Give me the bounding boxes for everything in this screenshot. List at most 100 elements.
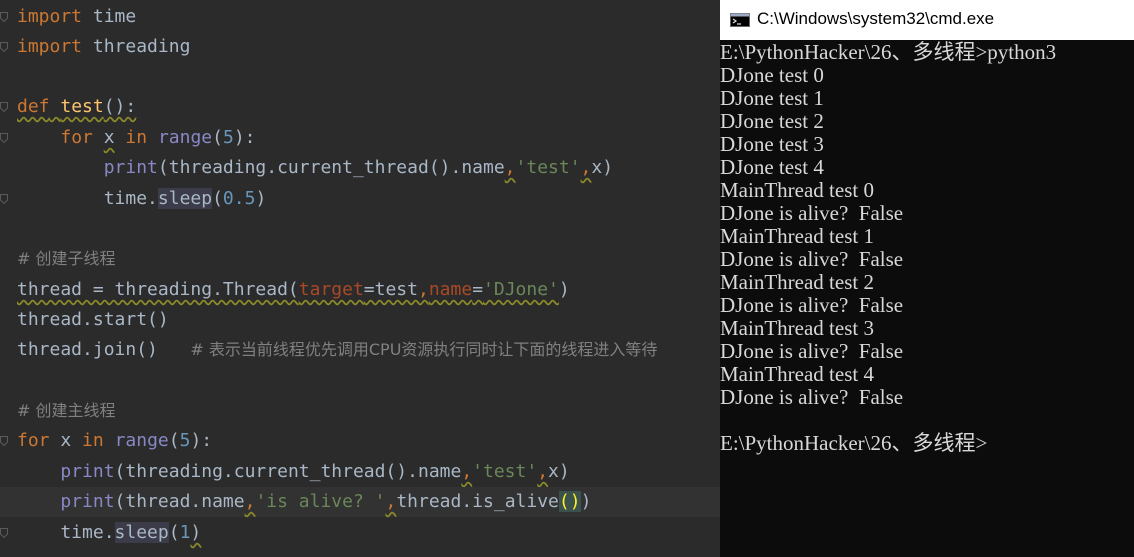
code-text: # 创建主线程 [17,396,116,426]
code-token: , [417,279,429,300]
code-line[interactable]: print(threading.current_thread().name,'t… [0,153,720,183]
code-token: threading [82,36,191,57]
code-token: (threading.current_thread().name [157,157,505,178]
code-line[interactable]: # 创建主线程 [0,396,720,426]
code-token: ( [168,430,180,451]
cmd-output-line: MainThread test 2 [720,271,874,294]
code-line[interactable]: def test(): [0,92,720,122]
fold-marker-icon[interactable] [0,102,8,112]
code-token: (threading.current_thread().name [114,461,462,482]
code-token: 'is alive? ' [255,491,386,512]
code-token: time. [17,522,115,543]
code-token: # 创建子线程 [17,249,116,268]
code-text: print(threading.current_thread().name,'t… [17,153,613,183]
code-line[interactable] [0,214,720,244]
code-token: print [60,491,115,512]
code-line[interactable]: # 创建子线程 [0,244,720,274]
code-text: time.sleep(1) [17,518,201,548]
fold-marker-icon[interactable] [0,133,8,143]
code-token: def [17,96,50,117]
code-line[interactable]: import threading [0,32,720,62]
code-line[interactable]: for x in range(5): [0,426,720,456]
code-token: thread = threading.Thread( [17,279,299,300]
code-line[interactable]: for x in range(5): [0,123,720,153]
code-token: thread.start() [17,309,169,330]
code-token: ): [190,430,213,451]
cmd-output-line: MainThread test 1 [720,225,874,248]
cmd-output-line: E:\PythonHacker\26、多线程>python3 [720,41,1057,64]
fold-marker-icon[interactable] [0,528,8,538]
cmd-titlebar[interactable]: C:\Windows\system32\cmd.exe [720,0,1134,40]
code-line[interactable]: thread.join() # 表示当前线程优先调用CPU资源执行同时让下面的线… [0,335,720,365]
code-line[interactable]: thread = threading.Thread(target=test,na… [0,275,720,305]
code-token: 'DJone' [483,279,559,300]
code-token: ) [190,522,202,543]
code-editor[interactable]: import time import threading def test(): f… [0,0,720,557]
code-text: import time [17,2,136,32]
code-token: print [103,157,158,178]
code-token: , [580,157,592,178]
code-token: 0.5 [222,188,256,209]
cmd-output-line: DJone is alive? False [720,248,904,271]
code-token: for [17,430,50,451]
code-line[interactable] [0,366,720,396]
code-token: ) [255,188,267,209]
code-token: in [82,430,104,451]
cmd-output-line: E:\PythonHacker\26、多线程> [720,432,988,455]
code-token: # 创建主线程 [17,401,116,420]
code-token: () [558,491,581,512]
code-text: print(threading.current_thread().name,'t… [17,457,569,487]
code-text: import threading [17,32,190,62]
code-token: test [60,96,104,117]
code-token: , [461,461,473,482]
code-token: target [298,279,364,300]
code-line[interactable]: thread.start() [0,305,720,335]
cmd-output[interactable]: E:\PythonHacker\26、多线程>python3 DJone test… [720,41,1134,455]
code-line[interactable]: print(threading.current_thread().name,'t… [0,457,720,487]
cmd-output-line: DJone is alive? False [720,294,904,317]
code-token: ): [233,127,256,148]
fold-marker-icon[interactable] [0,436,8,446]
code-text: thread = threading.Thread(target=test,na… [17,275,570,305]
cmd-output-line: MainThread test 0 [720,179,874,202]
code-token: x) [591,157,614,178]
code-token: sleep [157,188,213,209]
code-token: time [82,6,137,27]
code-token: ) [580,491,592,512]
code-token: import [17,36,83,57]
code-token: # 表示当前线程优先调用CPU资源执行同时让下面的线程进入等待 [190,340,658,359]
code-text: time.sleep(0.5) [17,184,266,214]
code-token: , [244,491,256,512]
code-token: = [472,279,484,300]
cmd-window[interactable]: C:\Windows\system32\cmd.exe E:\PythonHac… [720,0,1134,557]
code-text: for x in range(5): [17,426,212,456]
code-token: 'test' [472,461,538,482]
cmd-icon [730,13,750,27]
code-token: import [17,6,83,27]
code-line[interactable]: import time [0,2,720,32]
cmd-output-line: DJone is alive? False [720,202,904,225]
code-line[interactable]: time.sleep(0.5) [0,184,720,214]
code-token: time. [17,188,158,209]
fold-marker-icon[interactable] [0,12,8,22]
fold-marker-icon[interactable] [0,42,8,52]
code-token: 5 [179,430,191,451]
code-token: 1 [179,522,191,543]
fold-marker-icon[interactable] [0,194,8,204]
cmd-output-line [720,409,1134,432]
code-token: sleep [114,522,169,543]
code-token: x [49,430,83,451]
code-token: ( [212,188,223,209]
code-text: print(thread.name,'is alive? ',thread.is… [17,487,591,517]
code-line[interactable]: time.sleep(1) [0,518,720,548]
code-line[interactable]: print(thread.name,'is alive? ',thread.is… [0,487,720,517]
code-token: , [385,491,397,512]
code-line[interactable] [0,62,720,92]
code-token: , [537,461,549,482]
cmd-output-line: DJone test 0 [720,64,824,87]
code-token: name [428,279,473,300]
